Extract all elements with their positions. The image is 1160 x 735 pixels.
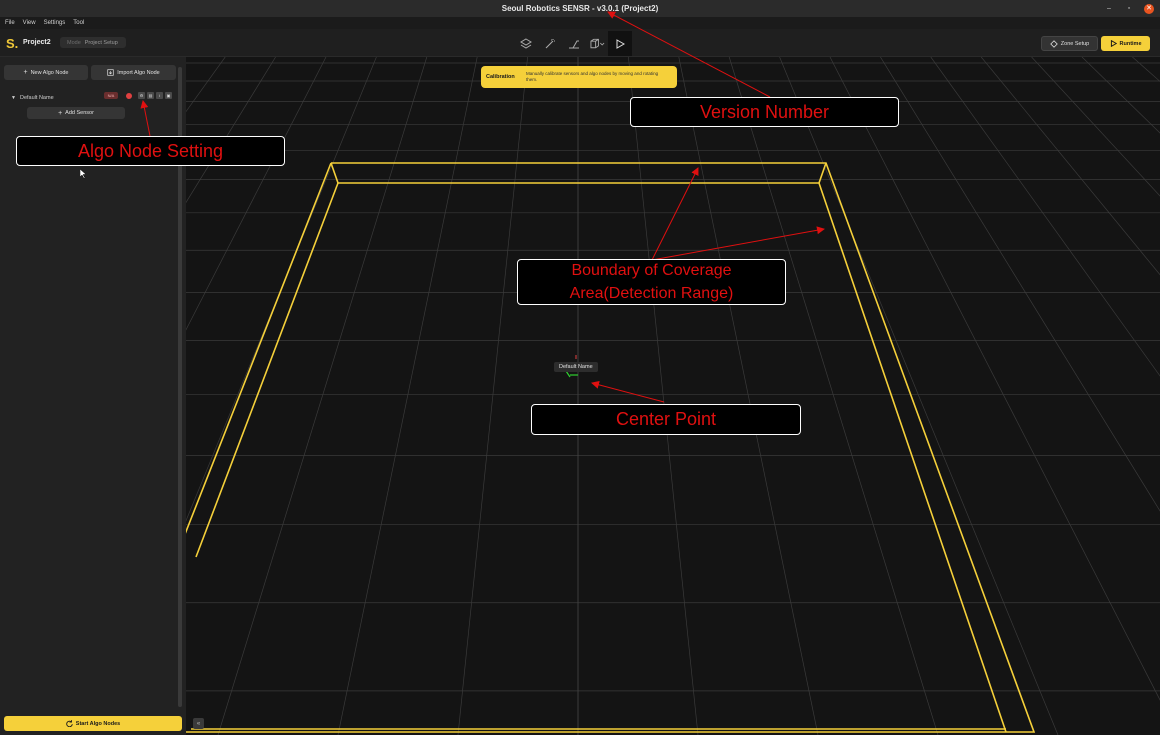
callout-text: Manually calibrate sensors and algo node… [526, 71, 659, 82]
annotation-version: Version Number [630, 97, 899, 127]
algo-node-label[interactable]: Default Name [554, 362, 598, 372]
center-arrow [591, 380, 665, 403]
callout-title: Calibration [486, 74, 515, 80]
annotation-algo-setting-text: Algo Node Setting [77, 140, 224, 161]
boundary-arrow-top [651, 167, 699, 261]
algo-setting-arrow [140, 100, 151, 137]
boundary-arrow-right [651, 226, 825, 261]
calibration-callout: Calibration Manually calibrate sensors a… [481, 66, 677, 88]
annotation-boundary: Boundary of Coverage Area(Detection Rang… [517, 259, 786, 305]
annotation-boundary-line2: Area(Detection Range) [569, 285, 734, 302]
annotation-algo-setting: Algo Node Setting [16, 136, 285, 166]
app-window: Seoul Robotics SENSR - v3.0.1 (Project2)… [0, 0, 1160, 735]
annotation-version-text: Version Number [699, 101, 830, 122]
collapse-sidebar-button[interactable]: « [193, 718, 204, 729]
annotation-center-text: Center Point [615, 409, 717, 429]
annotation-boundary-line1: Boundary of Coverage [571, 262, 732, 279]
annotation-center: Center Point [531, 404, 801, 435]
